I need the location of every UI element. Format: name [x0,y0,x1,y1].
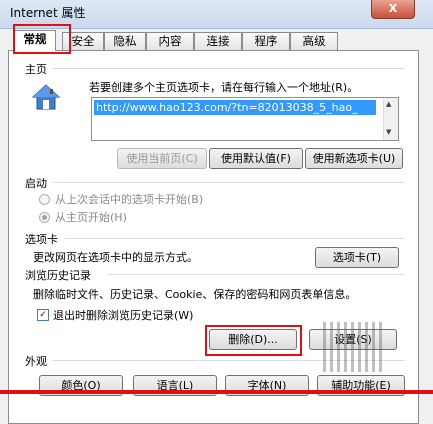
startup-section-title: 启动 [25,177,47,190]
tab-privacy[interactable]: 隐私 [104,32,146,50]
tab-advanced[interactable]: 高级 [290,32,338,50]
window-title: Internet 属性 [10,6,86,20]
house-icon [31,84,61,110]
delete-button-highlight [205,325,302,356]
scroll-down-icon[interactable]: ▼ [386,128,391,136]
history-section-title: 浏览历史记录 [25,269,91,282]
homepage-divider [53,68,405,69]
startup-homepage-radio[interactable] [39,212,50,223]
tab-general[interactable]: 常规 [14,30,56,51]
homepage-url-box[interactable]: http://www.hao123.com/?tn=82013038_5_hao… [91,97,399,141]
startup-last-session-radio[interactable] [39,194,50,205]
history-settings-button[interactable]: 设置(S) [309,329,397,350]
tab-programs[interactable]: 程序 [242,32,290,50]
close-button[interactable]: X [371,0,415,19]
scroll-up-icon[interactable]: ▲ [386,100,391,108]
delete-on-exit-checkbox[interactable]: ✓ [37,309,49,321]
delete-on-exit-label: 退出时删除浏览历史记录(W) [53,309,194,322]
tabs-section-title: 选项卡 [25,233,58,246]
startup-divider [53,182,405,183]
homepage-section-title: 主页 [25,63,47,76]
tabs-divider [65,238,405,239]
use-current-button[interactable]: 使用当前页(C) [117,148,207,169]
appearance-divider [53,360,405,361]
tabs-settings-button[interactable]: 选项卡(T) [315,247,399,268]
history-divider [107,274,405,275]
use-new-tab-button[interactable]: 使用新选项卡(U) [305,148,403,169]
tabs-description: 更改网页在选项卡中的显示方式。 [33,251,198,264]
tab-connections[interactable]: 连接 [194,32,242,50]
url-scrollbar[interactable]: ▲ ▼ [383,98,398,140]
appearance-section-title: 外观 [25,355,47,368]
use-default-button[interactable]: 使用默认值(F) [209,148,303,169]
history-description: 删除临时文件、历史记录、Cookie、保存的密码和网页表单信息。 [33,288,357,301]
startup-option-homepage: 从主页开始(H) [55,211,127,224]
tab-content[interactable]: 内容 [146,32,194,50]
general-panel: 主页 若要创建多个主页选项卡，请在每行输入一个地址(R)。 http://www… [8,50,419,424]
homepage-instruction: 若要创建多个主页选项卡，请在每行输入一个地址(R)。 [89,81,359,94]
homepage-url-text: http://www.hao123.com/?tn=82013038_5_hao… [94,100,376,115]
startup-option-last-session: 从上次会话中的选项卡开始(B) [55,193,204,206]
tab-security[interactable]: 安全 [62,32,104,50]
bottom-highlight-line [0,390,433,394]
title-bar: Internet 属性 X [0,0,433,29]
